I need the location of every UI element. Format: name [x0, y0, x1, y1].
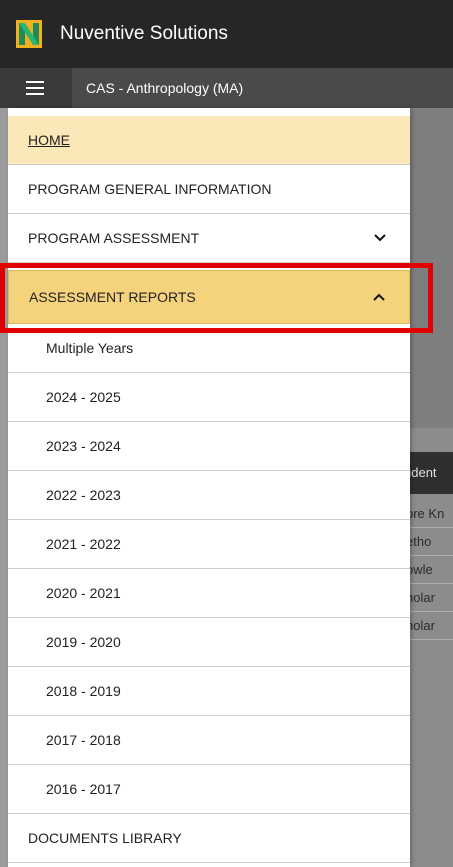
sub-item-label: 2016 - 2017 — [46, 781, 121, 797]
nav-item-label: DOCUMENTS LIBRARY — [28, 830, 182, 846]
sub-item-report-year[interactable]: 2024 - 2025 — [8, 373, 410, 422]
nav-item-program-assessment[interactable]: PROGRAM ASSESSMENT — [8, 214, 410, 263]
sub-item-report-year[interactable]: 2016 - 2017 — [8, 765, 410, 814]
highlight-box — [0, 263, 433, 333]
background-table-row: etho — [410, 528, 453, 556]
sub-item-label: Multiple Years — [46, 340, 134, 356]
sub-item-label: 2024 - 2025 — [46, 389, 121, 405]
nav-item-program-general-information[interactable]: PROGRAM GENERAL INFORMATION — [8, 165, 410, 214]
sub-item-report-year[interactable]: 2020 - 2021 — [8, 569, 410, 618]
sub-item-label: 2019 - 2020 — [46, 634, 121, 650]
nav-item-label: HOME — [28, 132, 70, 148]
background-table-header: udent — [410, 452, 453, 494]
sub-item-report-year[interactable]: 2023 - 2024 — [8, 422, 410, 471]
sub-item-report-year[interactable]: 2022 - 2023 — [8, 471, 410, 520]
navigation-drawer: HOME PROGRAM GENERAL INFORMATION PROGRAM… — [8, 108, 410, 867]
sub-item-report-year[interactable]: 2017 - 2018 — [8, 716, 410, 765]
context-title: CAS - Anthropology (MA) — [86, 80, 244, 96]
hamburger-icon — [26, 93, 44, 95]
sub-item-label: 2020 - 2021 — [46, 585, 121, 601]
chevron-down-icon — [374, 234, 386, 242]
sub-item-label: 2022 - 2023 — [46, 487, 121, 503]
sub-item-label: 2021 - 2022 — [46, 536, 121, 552]
background-table-row: ore Kn — [410, 500, 453, 528]
sub-item-label: 2018 - 2019 — [46, 683, 121, 699]
background-content: udent ore Kn etho owle holar holar — [410, 108, 453, 867]
context-bar: CAS - Anthropology (MA) — [0, 68, 453, 108]
nav-item-documents-library[interactable]: DOCUMENTS LIBRARY — [8, 814, 410, 863]
sub-item-report-year[interactable]: 2019 - 2020 — [8, 618, 410, 667]
nuventive-logo-icon — [16, 20, 42, 48]
nav-item-home[interactable]: HOME — [8, 116, 410, 165]
background-table-row: owle — [410, 556, 453, 584]
app-header: Nuventive Solutions — [0, 0, 453, 68]
app-title: Nuventive Solutions — [60, 23, 228, 44]
sub-item-label: 2017 - 2018 — [46, 732, 121, 748]
sub-item-report-year[interactable]: 2021 - 2022 — [8, 520, 410, 569]
nav-item-label: PROGRAM GENERAL INFORMATION — [28, 181, 272, 197]
hamburger-icon — [26, 87, 44, 89]
sub-item-report-year[interactable]: 2018 - 2019 — [8, 667, 410, 716]
nav-item-label: PROGRAM ASSESSMENT — [28, 230, 200, 246]
hamburger-icon — [26, 81, 44, 83]
sub-item-label: 2023 - 2024 — [46, 438, 121, 454]
background-table-row: holar — [410, 612, 453, 640]
menu-toggle-button[interactable] — [0, 68, 72, 108]
background-table-row: holar — [410, 584, 453, 612]
